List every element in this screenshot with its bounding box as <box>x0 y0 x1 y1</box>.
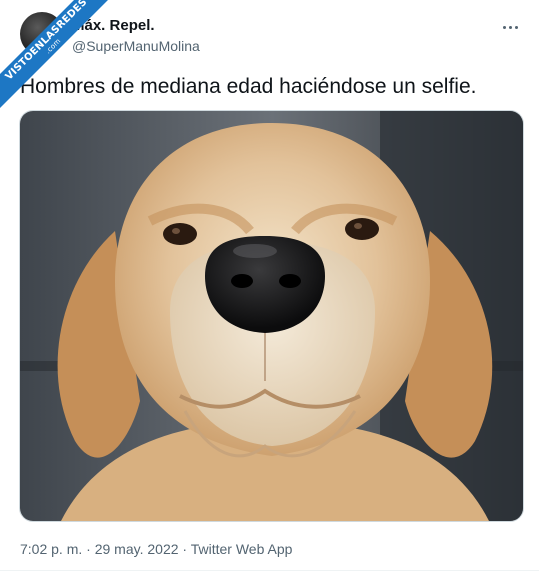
more-horizontal-icon <box>501 16 519 34</box>
watermark-domain: .com <box>44 37 63 56</box>
meta-separator: · <box>178 541 191 557</box>
dog-selfie-image <box>20 111 523 521</box>
meta-separator: · <box>82 541 95 557</box>
tweet-time[interactable]: 7:02 p. m. <box>20 541 82 557</box>
watermark: VISTOENLASREDES .com <box>0 0 110 110</box>
more-options-button[interactable] <box>499 14 521 36</box>
tweet-meta: 7:02 p. m. · 29 may. 2022 · Twitter Web … <box>20 540 292 558</box>
watermark-text: VISTOENLASREDES <box>3 0 90 83</box>
tweet-photo[interactable] <box>19 110 524 522</box>
tweet-card: VISTOENLASREDES .com Máx. Repel. @SuperM… <box>0 0 539 571</box>
watermark-ribbon: VISTOENLASREDES .com <box>0 0 110 110</box>
tweet-date[interactable]: 29 may. 2022 <box>95 541 179 557</box>
tweet-client[interactable]: Twitter Web App <box>191 541 293 557</box>
